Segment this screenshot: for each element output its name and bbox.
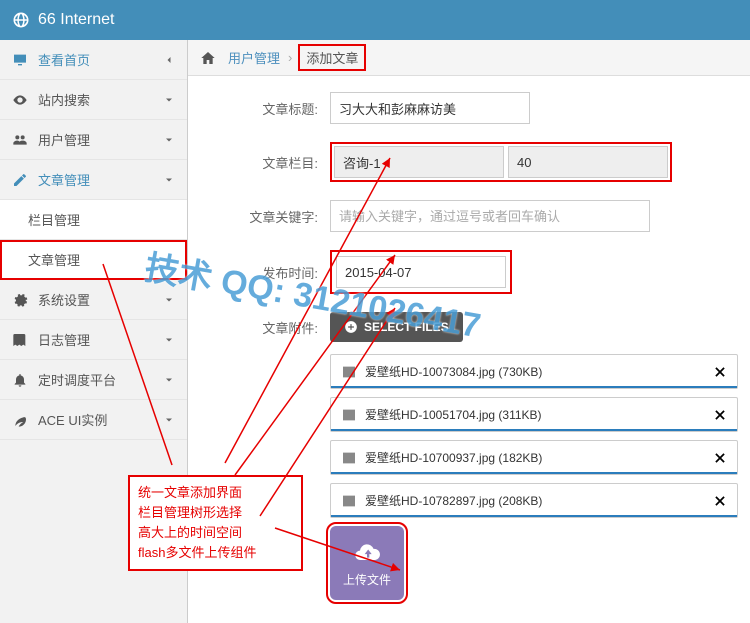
file-name: 爱壁纸HD-10051704.jpg (311KB)	[365, 406, 713, 423]
bell-icon	[12, 372, 28, 388]
file-item: 爱壁纸HD-10782897.jpg (208KB)	[330, 483, 738, 518]
file-item: 爱壁纸HD-10051704.jpg (311KB)	[330, 397, 738, 432]
close-icon[interactable]	[713, 451, 727, 465]
chevron-down-icon	[163, 134, 175, 146]
attach-label: 文章附件:	[200, 318, 330, 337]
note-line: 统一文章添加界面	[138, 483, 293, 503]
breadcrumb-current: 添加文章	[300, 46, 364, 69]
plus-circle-icon	[344, 320, 358, 334]
monitor-icon	[12, 52, 28, 68]
sidebar-label: 文章管理	[38, 170, 90, 189]
sidebar-item-users[interactable]: 用户管理	[0, 120, 187, 160]
date-wrap	[330, 250, 512, 294]
note-line: 高大上的时间空间	[138, 523, 293, 543]
topbar: 66 Internet	[0, 0, 750, 40]
chevron-down-icon	[163, 294, 175, 306]
date-label: 发布时间:	[200, 263, 330, 282]
chevron-down-icon	[163, 374, 175, 386]
image-icon	[341, 364, 357, 380]
progress-bar	[331, 386, 737, 388]
close-icon[interactable]	[713, 494, 727, 508]
note-line: flash多文件上传组件	[138, 543, 293, 563]
book-icon	[12, 332, 28, 348]
date-input[interactable]	[336, 256, 506, 288]
sidebar-item-settings[interactable]: 系统设置	[0, 280, 187, 320]
column-id-input[interactable]	[508, 146, 668, 178]
close-icon[interactable]	[713, 365, 727, 379]
annotation-note: 统一文章添加界面 栏目管理树形选择 高大上的时间空间 flash多文件上传组件	[128, 475, 303, 571]
image-icon	[341, 450, 357, 466]
breadcrumb-sep: ›	[288, 50, 292, 65]
sidebar-label: 日志管理	[38, 330, 90, 349]
file-list: 爱壁纸HD-10073084.jpg (730KB) 爱壁纸HD-1005170…	[330, 354, 738, 518]
eye-icon	[12, 92, 28, 108]
sidebar-label: 用户管理	[38, 130, 90, 149]
sidebar-item-scheduler[interactable]: 定时调度平台	[0, 360, 187, 400]
file-name: 爱壁纸HD-10073084.jpg (730KB)	[365, 363, 713, 380]
sidebar-label: 查看首页	[38, 50, 90, 69]
image-icon	[341, 407, 357, 423]
file-item: 爱壁纸HD-10073084.jpg (730KB)	[330, 354, 738, 389]
column-label: 文章栏目:	[200, 153, 330, 172]
brand-title: 66 Internet	[38, 11, 115, 29]
chevron-down-icon	[163, 94, 175, 106]
progress-bar	[331, 429, 737, 431]
breadcrumb-item[interactable]: 用户管理	[228, 48, 280, 67]
sidebar-item-logs[interactable]: 日志管理	[0, 320, 187, 360]
upload-text: 上传文件	[343, 571, 391, 588]
column-name-input[interactable]	[334, 146, 504, 178]
keyword-label: 文章关键字:	[200, 207, 330, 226]
sidebar-item-aceui[interactable]: ACE UI实例	[0, 400, 187, 440]
image-icon	[341, 493, 357, 509]
file-name: 爱壁纸HD-10700937.jpg (182KB)	[365, 449, 713, 466]
main: 用户管理 › 添加文章 文章标题: 文章栏目: 文章关键字: 发布时间:	[188, 40, 750, 623]
note-line: 栏目管理树形选择	[138, 503, 293, 523]
chevron-left-icon	[163, 54, 175, 66]
keyword-input[interactable]	[330, 200, 650, 232]
select-files-button[interactable]: SELECT FILES	[330, 312, 463, 342]
sidebar-item-home[interactable]: 查看首页	[0, 40, 187, 80]
breadcrumb: 用户管理 › 添加文章	[188, 40, 750, 76]
gears-icon	[12, 292, 28, 308]
progress-bar	[331, 515, 737, 517]
sidebar-label: 定时调度平台	[38, 370, 116, 389]
chevron-down-icon	[163, 334, 175, 346]
sub-item-article[interactable]: 文章管理	[0, 240, 187, 280]
edit-icon	[12, 172, 28, 188]
cloud-upload-icon	[353, 539, 381, 567]
home-icon[interactable]	[200, 50, 216, 66]
sidebar-label: 系统设置	[38, 290, 90, 309]
column-inputs	[330, 142, 672, 182]
sidebar-item-articles[interactable]: 文章管理	[0, 160, 187, 200]
sub-item-category[interactable]: 栏目管理	[0, 200, 187, 240]
title-label: 文章标题:	[200, 99, 330, 118]
sidebar-subnav: 栏目管理 文章管理	[0, 200, 187, 280]
users-icon	[12, 132, 28, 148]
file-item: 爱壁纸HD-10700937.jpg (182KB)	[330, 440, 738, 475]
globe-icon	[12, 11, 30, 29]
sidebar-item-search[interactable]: 站内搜索	[0, 80, 187, 120]
close-icon[interactable]	[713, 408, 727, 422]
sidebar-label: ACE UI实例	[38, 410, 107, 429]
leaf-icon	[12, 412, 28, 428]
title-input[interactable]	[330, 92, 530, 124]
chevron-down-icon	[163, 414, 175, 426]
sidebar-label: 站内搜索	[38, 90, 90, 109]
file-name: 爱壁纸HD-10782897.jpg (208KB)	[365, 492, 713, 509]
select-files-text: SELECT FILES	[364, 320, 449, 334]
progress-bar	[331, 472, 737, 474]
upload-button[interactable]: 上传文件	[330, 526, 404, 600]
chevron-down-icon	[163, 174, 175, 186]
